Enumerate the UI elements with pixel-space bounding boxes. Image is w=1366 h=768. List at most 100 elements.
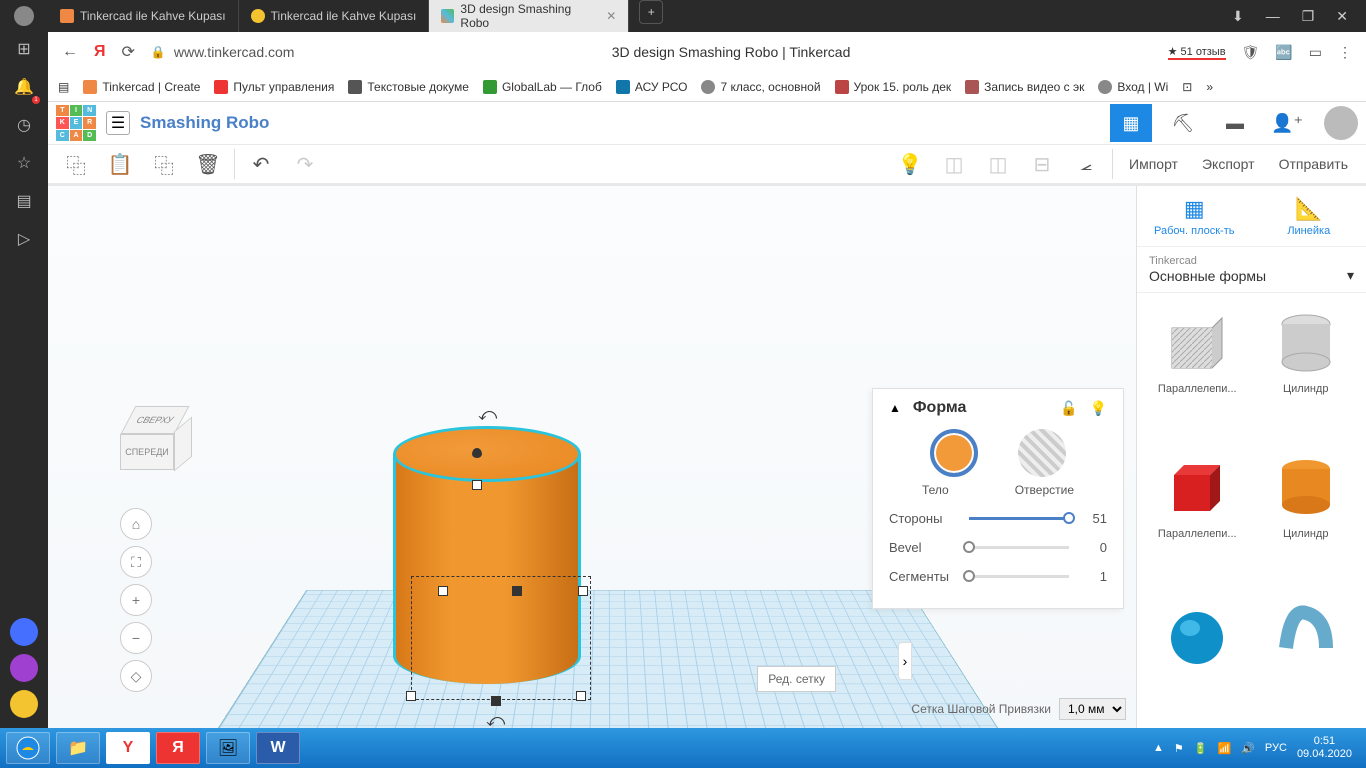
- slider-knob[interactable]: [1063, 512, 1075, 524]
- invite-button[interactable]: 👤⁺: [1266, 104, 1308, 142]
- shield-icon[interactable]: 🛡: [1242, 44, 1260, 61]
- rotate-arc-icon[interactable]: ⤺: [486, 710, 505, 728]
- profile-avatar[interactable]: [14, 6, 34, 26]
- sidebar-app[interactable]: [10, 690, 38, 718]
- delete-button[interactable]: 🗑: [186, 145, 230, 183]
- fit-view-button[interactable]: ⛶: [120, 546, 152, 578]
- browser-tab[interactable]: Tinkercad ile Kahve Kupası: [48, 0, 239, 32]
- app-button[interactable]: 🖼: [206, 732, 250, 764]
- resize-handle[interactable]: [438, 586, 448, 596]
- home-view-button[interactable]: ⌂: [120, 508, 152, 540]
- slider-knob[interactable]: [963, 541, 975, 553]
- copy-button[interactable]: ⿻: [54, 145, 98, 183]
- shape-tile-box-red[interactable]: Параллелепи...: [1145, 448, 1250, 585]
- lego-mode-button[interactable]: ▬: [1214, 104, 1256, 142]
- zoom-in-button[interactable]: +: [120, 584, 152, 616]
- url-field[interactable]: 🔒 www.tinkercad.com: [151, 44, 295, 60]
- send-button[interactable]: Отправить: [1267, 156, 1360, 172]
- document-title[interactable]: Smashing Robo: [140, 113, 269, 133]
- duplicate-button[interactable]: ⿻: [142, 145, 186, 183]
- expand-library-button[interactable]: ›: [898, 642, 912, 680]
- more-bookmarks-icon[interactable]: »: [1206, 80, 1213, 94]
- resize-handle[interactable]: [406, 691, 416, 701]
- language-indicator[interactable]: РУС: [1265, 742, 1287, 754]
- resize-handle[interactable]: [578, 586, 588, 596]
- group-button[interactable]: ◫: [932, 145, 976, 183]
- start-button[interactable]: [6, 732, 50, 764]
- sidebar-app[interactable]: [10, 618, 38, 646]
- view-cube[interactable]: СВЕРХУ СПЕРЕДИ: [120, 406, 190, 476]
- maximize-button[interactable]: ❐: [1302, 8, 1315, 25]
- mirror-button[interactable]: ⦟: [1064, 145, 1108, 183]
- library-category[interactable]: Tinkercad Основные формы▾: [1137, 246, 1366, 293]
- reviews-badge[interactable]: ★ 51 отзыв: [1168, 45, 1226, 60]
- segments-slider[interactable]: [969, 575, 1069, 578]
- sidebar-app[interactable]: [10, 654, 38, 682]
- snap-select[interactable]: 1,0 мм: [1059, 698, 1126, 720]
- battery-icon[interactable]: 🔋: [1194, 742, 1208, 755]
- design-list-button[interactable]: ☰: [106, 111, 130, 135]
- ruler-tool[interactable]: 📐Линейка: [1252, 186, 1366, 246]
- bookmark-item[interactable]: Вход | Wi: [1098, 80, 1168, 94]
- slider-knob[interactable]: [963, 570, 975, 582]
- bookmark-item[interactable]: Пульт управления: [214, 80, 334, 94]
- minecraft-mode-button[interactable]: ⛏: [1162, 104, 1204, 142]
- collections-icon[interactable]: ▤: [13, 190, 35, 212]
- new-tab-button[interactable]: +: [639, 0, 663, 24]
- viewport[interactable]: Рабоч. плоск-ть ⤺ ⤺ СВЕРХУ СПЕРЕДИ: [48, 186, 1136, 728]
- star-icon[interactable]: ☆: [13, 152, 35, 174]
- shape-tile-box-hole[interactable]: Параллелепи...: [1145, 303, 1250, 440]
- rotate-arc-icon[interactable]: ⤺: [478, 404, 497, 425]
- paste-button[interactable]: 📋: [98, 145, 142, 183]
- cylinder-top[interactable]: [393, 426, 581, 482]
- translate-icon[interactable]: 🔤: [1275, 44, 1292, 61]
- yandex-button[interactable]: Y: [106, 732, 150, 764]
- midpoint-handle[interactable]: [512, 586, 522, 596]
- solid-mode-button[interactable]: [930, 429, 978, 477]
- export-button[interactable]: Экспорт: [1190, 156, 1267, 172]
- shape-tile-cylinder-orange[interactable]: Цилиндр: [1254, 448, 1359, 585]
- bookmark-menu-icon[interactable]: ▤: [58, 80, 69, 94]
- lock-icon[interactable]: 🔓: [1060, 400, 1077, 417]
- bell-icon[interactable]: 🔔: [13, 76, 35, 98]
- close-button[interactable]: ✕: [1336, 8, 1348, 25]
- close-icon[interactable]: ✕: [606, 9, 616, 23]
- bulb-icon[interactable]: 💡: [1090, 400, 1107, 417]
- reload-button[interactable]: ⟳: [122, 42, 135, 62]
- undo-button[interactable]: ↶: [239, 145, 283, 183]
- bookmark-item[interactable]: Запись видео с эк: [965, 80, 1084, 94]
- browser-tab-active[interactable]: 3D design Smashing Robo✕: [429, 0, 629, 32]
- shape-tile-cylinder-hole[interactable]: Цилиндр: [1254, 303, 1359, 440]
- word-button[interactable]: W: [256, 732, 300, 764]
- network-icon[interactable]: 📶: [1218, 742, 1232, 755]
- ungroup-button[interactable]: ◫: [976, 145, 1020, 183]
- workplane-tool[interactable]: ▦Рабоч. плоск-ть: [1137, 186, 1252, 246]
- property-value[interactable]: 51: [1079, 511, 1107, 526]
- zoom-out-button[interactable]: −: [120, 622, 152, 654]
- hole-mode-button[interactable]: [1018, 429, 1066, 477]
- shape-tile-sphere-blue[interactable]: [1145, 593, 1250, 718]
- resize-handle[interactable]: [576, 691, 586, 701]
- reader-icon[interactable]: ▭: [1309, 44, 1322, 61]
- bookmark-item[interactable]: Tinkercad | Create: [83, 80, 200, 94]
- download-icon[interactable]: ⬇: [1232, 8, 1244, 25]
- bulb-icon[interactable]: 💡: [888, 145, 932, 183]
- history-icon[interactable]: ◷: [13, 114, 35, 136]
- viewcube-front[interactable]: СПЕРЕДИ: [120, 434, 174, 470]
- extensions-icon[interactable]: ⋮: [1338, 44, 1352, 61]
- property-value[interactable]: 0: [1079, 540, 1107, 555]
- midpoint-handle[interactable]: [491, 696, 501, 706]
- flag-icon[interactable]: ⚑: [1174, 742, 1184, 755]
- play-icon[interactable]: ▷: [13, 228, 35, 250]
- bookmark-item[interactable]: GlobalLab — Глоб: [483, 80, 602, 94]
- apps-icon[interactable]: ⊞: [13, 38, 35, 60]
- ortho-button[interactable]: ◇: [120, 660, 152, 692]
- blocks-mode-button[interactable]: ▦: [1110, 104, 1152, 142]
- edit-grid-button[interactable]: Ред. сетку: [757, 666, 836, 692]
- back-button[interactable]: ←: [62, 43, 78, 61]
- tinkercad-logo[interactable]: TINKERCAD: [56, 105, 96, 141]
- extensions-puzzle-icon[interactable]: ⊡: [1182, 80, 1192, 94]
- bookmark-item[interactable]: Урок 15. роль дек: [835, 80, 952, 94]
- height-handle[interactable]: [472, 448, 482, 458]
- align-button[interactable]: ⊟: [1020, 145, 1064, 183]
